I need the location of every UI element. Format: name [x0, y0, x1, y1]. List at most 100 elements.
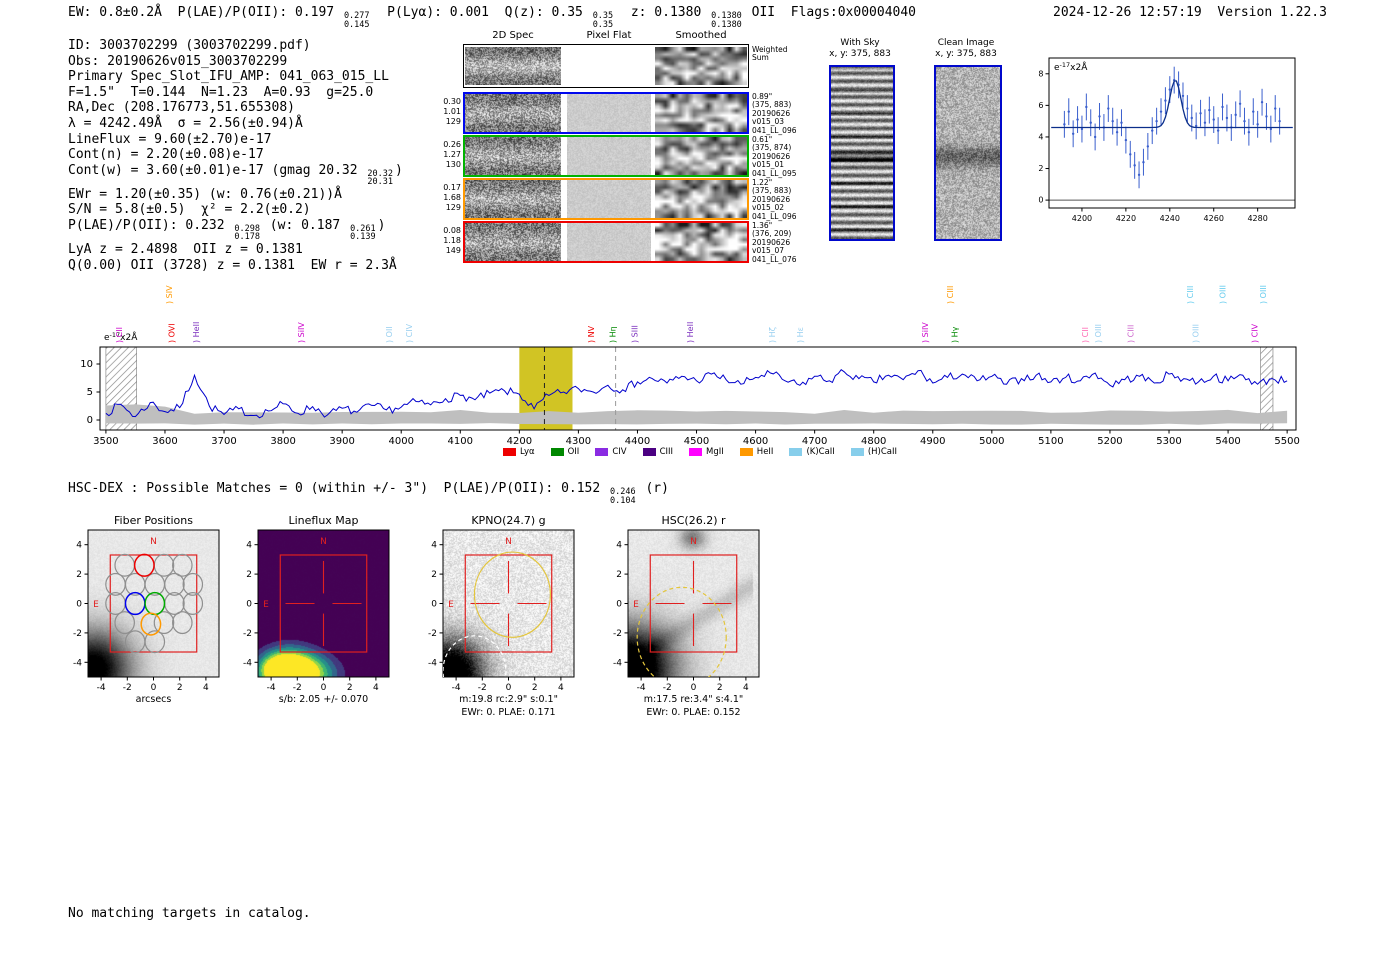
legend-swatch	[595, 448, 609, 456]
data-point	[1111, 119, 1114, 123]
text-segment: OII Flags:0x00004040	[743, 5, 916, 20]
data-point	[1120, 121, 1123, 124]
line-fit-inset-chart: 4200 4220 4240 4260 4280 0 2 4 6 8 e-17x2Å	[1038, 57, 1296, 223]
cutout-y-tick: 4	[76, 541, 82, 551]
legend-item: Lyα	[503, 447, 535, 457]
compass-n: N	[505, 537, 512, 547]
data-point	[1181, 94, 1185, 98]
text-segment: Primary Spec_Slot_IFU_AMP: 041_063_015_L…	[68, 69, 389, 85]
elixer-report-page: EW: 0.8±0.2Å P(LAE)/P(OII): 0.197 0.277 0…	[0, 0, 1400, 953]
cutout-y-tick: 0	[76, 600, 82, 610]
cutout-y-tick: 0	[431, 600, 437, 610]
data-point	[1234, 113, 1237, 117]
x-tick-label: 4900	[920, 436, 945, 447]
fiber-circle	[182, 592, 204, 615]
cutout-x-tick: -4	[452, 683, 461, 693]
x-tick-label: 4000	[388, 436, 413, 447]
legend-label: CIV	[612, 447, 627, 457]
cutout-frame	[627, 529, 760, 678]
text-segment: P(LAE)/P(OII): 0.232	[68, 217, 233, 233]
cutout-x-tick: -2	[478, 683, 487, 693]
y-tick-label: 10	[80, 359, 93, 370]
cutout-y-tick: 2	[76, 570, 82, 580]
noise-band	[105, 404, 1288, 425]
cutout-x-tick: 4	[743, 683, 749, 693]
sky-image-panels: With Sky x, y: 375, 883 Clean Image x, y: 3…	[810, 38, 1020, 258]
data-point	[1076, 118, 1079, 121]
x-tick-label: 3700	[211, 436, 236, 447]
info-line: P(LAE)/P(OII): 0.232 0.298 0.178 (w: 0.18…	[68, 218, 403, 242]
cutout-x-tick: 0	[151, 683, 157, 693]
data-point	[1203, 121, 1207, 124]
legend-label: MgII	[706, 447, 724, 457]
inset-x-tick: 4260	[1204, 214, 1224, 223]
2d-row-left-labels: 0.30 1.01 129	[443, 97, 461, 126]
data-point	[1107, 107, 1110, 110]
emission-line-label: ) SIII	[630, 325, 639, 343]
legend-label: (H)CaII	[867, 447, 897, 457]
emission-line-label: ) CIV	[405, 323, 414, 343]
footer-notes: No matching targets in catalog. Row inte…	[68, 874, 311, 953]
data-point	[1265, 115, 1268, 118]
cutout-x-tick: 4	[558, 683, 564, 693]
data-point	[1155, 119, 1158, 123]
x-tick-label: 4300	[566, 436, 591, 447]
weighted-sum-label: Weighted Sum	[752, 45, 788, 63]
aperture-circle	[473, 551, 552, 638]
legend-swatch	[503, 448, 516, 456]
data-point	[1124, 138, 1128, 142]
text-segment: Cont(w) = 3.60(±0.01)e-17 (gmag 20.32	[68, 162, 366, 178]
fiber-circle	[172, 553, 193, 577]
data-point	[1212, 118, 1215, 121]
emission-line-label: ) SiIV	[297, 322, 306, 343]
fiber-circle	[114, 611, 135, 635]
inset-x-tick: 4280	[1247, 214, 1267, 223]
cutout-x-tick: -2	[293, 683, 302, 693]
x-tick-label: 4700	[802, 436, 827, 447]
x-tick-label: 3800	[270, 436, 295, 447]
cutout-x-tick: -2	[663, 683, 672, 693]
emission-line-label: ) NV	[587, 325, 596, 343]
legend-label: CIII	[659, 447, 674, 457]
data-point	[1137, 173, 1141, 177]
data-point	[1115, 131, 1119, 134]
data-point	[1133, 164, 1136, 167]
data-point	[1238, 102, 1242, 105]
emission-line-label: ) SiIV	[921, 322, 930, 343]
cutout-xlabel: m:19.8 rc:2.9" s:0.1"	[459, 694, 558, 705]
text-segment: HSC-DEX : Possible Matches = 0 (within +…	[68, 481, 609, 496]
text-segment: z: 0.1380	[615, 5, 710, 20]
emission-line-label: ) Hη	[609, 326, 618, 343]
smoothed-canvas	[655, 137, 747, 175]
data-point	[1256, 123, 1259, 126]
text-segment: RA,Dec (208.176773,51.655308)	[68, 100, 295, 116]
cutout-frame	[257, 529, 390, 678]
pixelflat-canvas	[567, 180, 651, 218]
text-segment: )	[377, 217, 386, 233]
cutout-overlay: -4 -4 -2 -2 0 0 2 2 4 4 N E	[428, 529, 575, 693]
y-tick-label: 0	[87, 415, 93, 426]
cutout-y-tick: -4	[73, 658, 82, 668]
smoothed-canvas	[655, 180, 747, 218]
cutout-y-tick: 0	[246, 600, 252, 610]
data-point	[1168, 88, 1172, 91]
cutout-annotations	[636, 554, 738, 677]
hi-lo-stack: 0.277 0.145	[343, 11, 370, 30]
cutout-y-tick: -2	[243, 629, 252, 639]
cutout-x-tick: 2	[532, 683, 538, 693]
cutout-overlay: -4 -4 -2 -2 0 0 2 2 4 4 N E	[613, 529, 760, 693]
cutout-footer: EWr: 0. PLAE: 0.171	[461, 707, 556, 718]
data-point	[1243, 119, 1246, 123]
weighted-smoothed-canvas	[655, 47, 747, 85]
data-point	[1089, 121, 1092, 124]
compass-n: N	[690, 537, 697, 547]
emission-line-label: ) CIII	[1127, 325, 1136, 343]
info-line: Cont(w) = 3.60(±0.01)e-17 (gmag 20.32 20…	[68, 163, 403, 187]
cutout-panel-2: Lineflux Map -4 -4 -2 -2 0 0 2 2 4 4 N Es/b: 2.05 +/…	[232, 506, 407, 724]
cutout-x-tick: 4	[373, 683, 379, 693]
pixelflat-canvas	[567, 223, 651, 261]
data-point	[1129, 153, 1132, 156]
cutout-overlay: -4 -4 -2 -2 0 0 2 2 4 4 N E	[73, 529, 220, 693]
header-datetime-version: 2024-12-26 12:57:19 Version 1.22.3	[1053, 5, 1327, 20]
hi-lo-stack: 20.32 20.31	[367, 168, 394, 188]
